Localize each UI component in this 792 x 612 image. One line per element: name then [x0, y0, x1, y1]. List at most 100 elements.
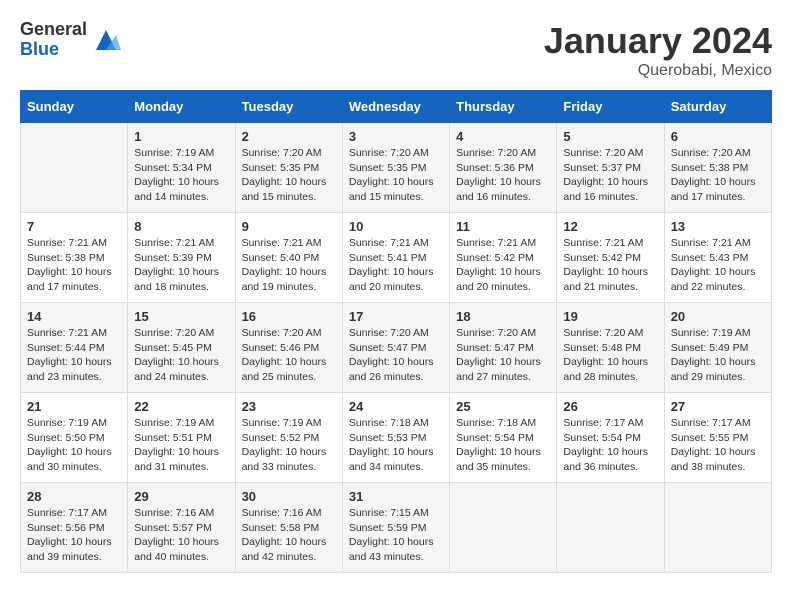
- day-number: 2: [242, 129, 336, 144]
- logo-icon: [91, 25, 121, 55]
- day-info: Sunrise: 7:20 AM Sunset: 5:35 PM Dayligh…: [242, 146, 336, 205]
- day-number: 14: [27, 309, 121, 324]
- calendar-cell: 11 Sunrise: 7:21 AM Sunset: 5:42 PM Dayli…: [450, 213, 557, 303]
- calendar-cell: 19Sunrise: 7:20 AM Sunset: 5:48 PM Dayli…: [557, 303, 664, 393]
- calendar-cell: 8 Sunrise: 7:21 AM Sunset: 5:39 PM Daylig…: [128, 213, 235, 303]
- calendar-cell: 7Sunrise: 7:21 AM Sunset: 5:38 PM Daylig…: [21, 213, 128, 303]
- day-number: 6: [671, 129, 765, 144]
- month-title: January 2024: [544, 20, 772, 62]
- day-info: Sunrise: 7:17 AM Sunset: 5:56 PM Dayligh…: [27, 506, 121, 565]
- day-info: Sunrise: 7:21 AM Sunset: 5:39 PM Dayligh…: [134, 236, 228, 295]
- day-number: 25: [456, 399, 550, 414]
- day-number: 7: [27, 219, 121, 234]
- day-info: Sunrise: 7:20 AM Sunset: 5:38 PM Dayligh…: [671, 146, 765, 205]
- week-row-1: 1 Sunrise: 7:19 AM Sunset: 5:34 PM Daylig…: [21, 123, 772, 213]
- calendar-cell: 6 Sunrise: 7:20 AM Sunset: 5:38 PM Daylig…: [664, 123, 771, 213]
- day-info: Sunrise: 7:21 AM Sunset: 5:42 PM Dayligh…: [456, 236, 550, 295]
- calendar-cell: 22Sunrise: 7:19 AM Sunset: 5:51 PM Dayli…: [128, 393, 235, 483]
- calendar-cell: 3 Sunrise: 7:20 AM Sunset: 5:35 PM Daylig…: [342, 123, 449, 213]
- day-info: Sunrise: 7:19 AM Sunset: 5:34 PM Dayligh…: [134, 146, 228, 205]
- day-number: 9: [242, 219, 336, 234]
- day-number: 28: [27, 489, 121, 504]
- day-info: Sunrise: 7:20 AM Sunset: 5:36 PM Dayligh…: [456, 146, 550, 205]
- week-row-5: 28 Sunrise: 7:17 AM Sunset: 5:56 PM Dayli…: [21, 483, 772, 573]
- weekday-header-tuesday: Tuesday: [235, 91, 342, 123]
- weekday-header-wednesday: Wednesday: [342, 91, 449, 123]
- page-header: General Blue January 2024 Querobabi, Mex…: [20, 20, 772, 80]
- calendar-cell: 10 Sunrise: 7:21 AM Sunset: 5:41 PM Dayli…: [342, 213, 449, 303]
- day-number: 27: [671, 399, 765, 414]
- day-info: Sunrise: 7:20 AM Sunset: 5:47 PM Dayligh…: [456, 326, 550, 385]
- calendar-cell: 5Sunrise: 7:20 AM Sunset: 5:37 PM Daylig…: [557, 123, 664, 213]
- week-row-4: 21 Sunrise: 7:19 AM Sunset: 5:50 PM Dayli…: [21, 393, 772, 483]
- calendar-cell: [450, 483, 557, 573]
- day-info: Sunrise: 7:20 AM Sunset: 5:37 PM Dayligh…: [563, 146, 657, 205]
- day-number: 15: [134, 309, 228, 324]
- day-number: 18: [456, 309, 550, 324]
- weekday-header-sunday: Sunday: [21, 91, 128, 123]
- day-number: 4: [456, 129, 550, 144]
- day-info: Sunrise: 7:17 AM Sunset: 5:55 PM Dayligh…: [671, 416, 765, 475]
- calendar-cell: 23Sunrise: 7:19 AM Sunset: 5:52 PM Dayli…: [235, 393, 342, 483]
- day-info: Sunrise: 7:17 AM Sunset: 5:54 PM Dayligh…: [563, 416, 657, 475]
- calendar-cell: 15 Sunrise: 7:20 AM Sunset: 5:45 PM Dayli…: [128, 303, 235, 393]
- day-info: Sunrise: 7:21 AM Sunset: 5:42 PM Dayligh…: [563, 236, 657, 295]
- day-info: Sunrise: 7:20 AM Sunset: 5:46 PM Dayligh…: [242, 326, 336, 385]
- day-number: 19: [563, 309, 657, 324]
- calendar-cell: 12Sunrise: 7:21 AM Sunset: 5:42 PM Dayli…: [557, 213, 664, 303]
- day-number: 24: [349, 399, 443, 414]
- day-info: Sunrise: 7:16 AM Sunset: 5:58 PM Dayligh…: [242, 506, 336, 565]
- day-number: 16: [242, 309, 336, 324]
- calendar-cell: 25 Sunrise: 7:18 AM Sunset: 5:54 PM Dayli…: [450, 393, 557, 483]
- calendar-cell: 16 Sunrise: 7:20 AM Sunset: 5:46 PM Dayli…: [235, 303, 342, 393]
- title-block: January 2024 Querobabi, Mexico: [544, 20, 772, 80]
- calendar-cell: [21, 123, 128, 213]
- calendar-cell: 31Sunrise: 7:15 AM Sunset: 5:59 PM Dayli…: [342, 483, 449, 573]
- day-info: Sunrise: 7:21 AM Sunset: 5:44 PM Dayligh…: [27, 326, 121, 385]
- day-number: 17: [349, 309, 443, 324]
- day-info: Sunrise: 7:18 AM Sunset: 5:53 PM Dayligh…: [349, 416, 443, 475]
- calendar-cell: 21 Sunrise: 7:19 AM Sunset: 5:50 PM Dayli…: [21, 393, 128, 483]
- weekday-header-row: SundayMondayTuesdayWednesdayThursdayFrid…: [21, 91, 772, 123]
- day-info: Sunrise: 7:15 AM Sunset: 5:59 PM Dayligh…: [349, 506, 443, 565]
- calendar-cell: 18 Sunrise: 7:20 AM Sunset: 5:47 PM Dayli…: [450, 303, 557, 393]
- calendar-cell: 30 Sunrise: 7:16 AM Sunset: 5:58 PM Dayli…: [235, 483, 342, 573]
- day-info: Sunrise: 7:19 AM Sunset: 5:49 PM Dayligh…: [671, 326, 765, 385]
- calendar-cell: 27 Sunrise: 7:17 AM Sunset: 5:55 PM Dayli…: [664, 393, 771, 483]
- day-info: Sunrise: 7:18 AM Sunset: 5:54 PM Dayligh…: [456, 416, 550, 475]
- week-row-3: 14 Sunrise: 7:21 AM Sunset: 5:44 PM Dayli…: [21, 303, 772, 393]
- day-number: 20: [671, 309, 765, 324]
- location: Querobabi, Mexico: [544, 62, 772, 80]
- day-number: 8: [134, 219, 228, 234]
- weekday-header-thursday: Thursday: [450, 91, 557, 123]
- weekday-header-saturday: Saturday: [664, 91, 771, 123]
- calendar-cell: 4 Sunrise: 7:20 AM Sunset: 5:36 PM Daylig…: [450, 123, 557, 213]
- calendar-table: SundayMondayTuesdayWednesdayThursdayFrid…: [20, 90, 772, 573]
- calendar-cell: 2 Sunrise: 7:20 AM Sunset: 5:35 PM Daylig…: [235, 123, 342, 213]
- day-number: 11: [456, 219, 550, 234]
- day-number: 13: [671, 219, 765, 234]
- calendar-cell: 9 Sunrise: 7:21 AM Sunset: 5:40 PM Daylig…: [235, 213, 342, 303]
- day-info: Sunrise: 7:21 AM Sunset: 5:40 PM Dayligh…: [242, 236, 336, 295]
- logo-general: General: [20, 20, 87, 40]
- calendar-cell: 14 Sunrise: 7:21 AM Sunset: 5:44 PM Dayli…: [21, 303, 128, 393]
- logo: General Blue: [20, 20, 121, 60]
- calendar-cell: [557, 483, 664, 573]
- day-info: Sunrise: 7:19 AM Sunset: 5:50 PM Dayligh…: [27, 416, 121, 475]
- day-number: 1: [134, 129, 228, 144]
- day-number: 3: [349, 129, 443, 144]
- day-info: Sunrise: 7:20 AM Sunset: 5:35 PM Dayligh…: [349, 146, 443, 205]
- day-number: 10: [349, 219, 443, 234]
- day-info: Sunrise: 7:20 AM Sunset: 5:45 PM Dayligh…: [134, 326, 228, 385]
- day-number: 21: [27, 399, 121, 414]
- weekday-header-friday: Friday: [557, 91, 664, 123]
- day-number: 23: [242, 399, 336, 414]
- calendar-cell: 29Sunrise: 7:16 AM Sunset: 5:57 PM Dayli…: [128, 483, 235, 573]
- day-info: Sunrise: 7:21 AM Sunset: 5:41 PM Dayligh…: [349, 236, 443, 295]
- calendar-cell: 13Sunrise: 7:21 AM Sunset: 5:43 PM Dayli…: [664, 213, 771, 303]
- week-row-2: 7Sunrise: 7:21 AM Sunset: 5:38 PM Daylig…: [21, 213, 772, 303]
- day-info: Sunrise: 7:20 AM Sunset: 5:47 PM Dayligh…: [349, 326, 443, 385]
- day-number: 26: [563, 399, 657, 414]
- day-number: 30: [242, 489, 336, 504]
- calendar-cell: 20 Sunrise: 7:19 AM Sunset: 5:49 PM Dayli…: [664, 303, 771, 393]
